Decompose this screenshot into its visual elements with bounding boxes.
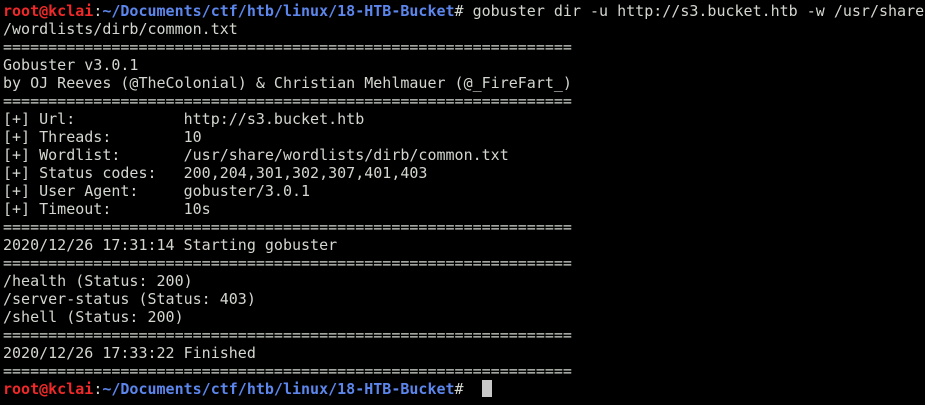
prompt-path: ~/Documents/ctf/htb/linux/18-HTB-Bucket	[102, 2, 455, 20]
banner-version: Gobuster v3.0.1	[3, 56, 139, 74]
config-value: 200,204,301,302,307,401,403	[183, 164, 428, 182]
prompt-user: root@kclai	[3, 2, 94, 20]
banner-authors: by OJ Reeves (@TheColonial) & Christian …	[3, 74, 572, 92]
config-line-timeout: [+] Timeout: 10s	[3, 200, 925, 218]
result-line: /server-status (Status: 403)	[3, 290, 256, 308]
separator-line: ========================================…	[3, 326, 572, 344]
prompt-line[interactable]: root@kclai:~/Documents/ctf/htb/linux/18-…	[3, 380, 925, 398]
terminal-window[interactable]: root@kclai:~/Documents/ctf/htb/linux/18-…	[0, 0, 925, 405]
config-line-wordlist: [+] Wordlist: /usr/share/wordlists/dirb/…	[3, 146, 925, 164]
result-line: /shell (Status: 200)	[3, 308, 184, 326]
config-value: /usr/share/wordlists/dirb/common.txt	[183, 146, 509, 164]
config-value: 10s	[183, 200, 211, 218]
prompt-user: root@kclai	[3, 380, 94, 398]
config-value: 10	[183, 128, 202, 146]
config-line-url: [+] Url: http://s3.bucket.htb	[3, 110, 925, 128]
config-line-user-agent: [+] User Agent: gobuster/3.0.1	[3, 182, 925, 200]
finish-line: 2020/12/26 17:33:22 Finished	[3, 344, 256, 362]
config-label: [+] Url:	[3, 110, 184, 128]
command-line: root@kclai:~/Documents/ctf/htb/linux/18-…	[3, 2, 925, 20]
config-value: gobuster/3.0.1	[183, 182, 311, 200]
config-label: [+] Status codes:	[3, 164, 184, 182]
start-line: 2020/12/26 17:31:14 Starting gobuster	[3, 236, 338, 254]
config-line-status-codes: [+] Status codes: 200,204,301,302,307,40…	[3, 164, 925, 182]
config-label: [+] Threads:	[3, 128, 184, 146]
prompt-symbol: #	[454, 380, 473, 398]
separator-line: ========================================…	[3, 218, 572, 236]
prompt-path: ~/Documents/ctf/htb/linux/18-HTB-Bucket	[102, 380, 455, 398]
prompt-symbol: #	[454, 2, 473, 20]
config-value: http://s3.bucket.htb	[183, 110, 365, 128]
result-line: /health (Status: 200)	[3, 272, 193, 290]
separator-line: ========================================…	[3, 92, 572, 110]
config-label: [+] Wordlist:	[3, 146, 184, 164]
separator-line: ========================================…	[3, 38, 572, 56]
cursor-block[interactable]	[481, 380, 492, 397]
config-label: [+] Timeout:	[3, 200, 184, 218]
command-text: gobuster dir -u http://s3.bucket.htb -w …	[472, 2, 925, 20]
prompt-separator: :	[93, 2, 103, 20]
separator-line: ========================================…	[3, 254, 572, 272]
prompt-separator: :	[93, 380, 103, 398]
command-wrap-line: /wordlists/dirb/common.txt	[3, 20, 238, 38]
separator-line: ========================================…	[3, 362, 572, 380]
config-line-threads: [+] Threads: 10	[3, 128, 925, 146]
config-label: [+] User Agent:	[3, 182, 184, 200]
